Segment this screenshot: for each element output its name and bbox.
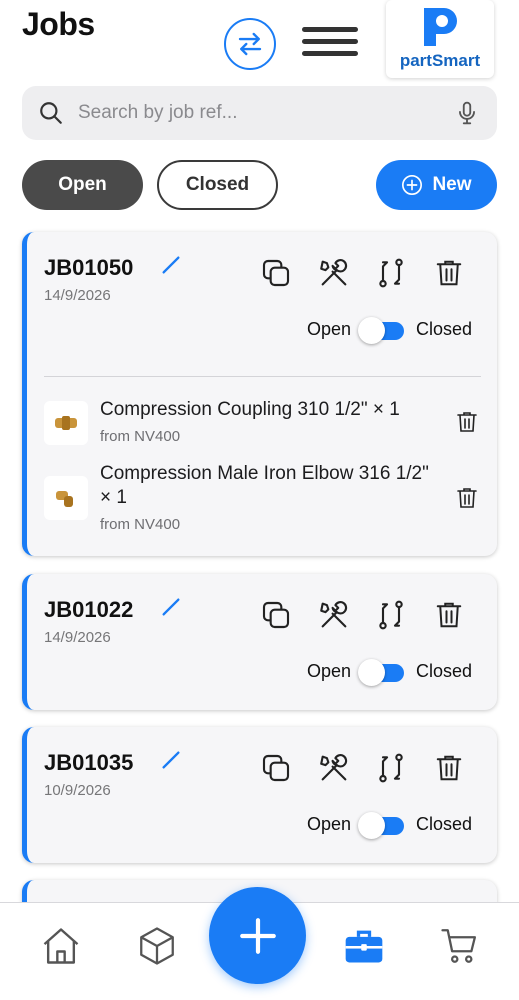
- status-switch[interactable]: [358, 317, 404, 344]
- transfer-button[interactable]: [374, 598, 408, 632]
- transfer-icon: [379, 753, 403, 783]
- swap-arrows-icon: [238, 32, 262, 56]
- copy-job-button[interactable]: [259, 751, 293, 785]
- transfer-icon: [379, 600, 403, 630]
- part-source: from NV400: [100, 516, 181, 533]
- menu-button[interactable]: [300, 22, 360, 62]
- copy-job-button[interactable]: [259, 256, 293, 290]
- toggle-open-label: Open: [307, 319, 352, 339]
- copy-icon: [262, 601, 290, 629]
- toggle-closed-label: Closed: [416, 661, 473, 681]
- copy-icon: [262, 259, 290, 287]
- job-date: 10/9/2026: [44, 782, 111, 799]
- nav-jobs[interactable]: [341, 923, 387, 969]
- delete-job-button[interactable]: [432, 256, 466, 290]
- pencil-icon[interactable]: [160, 596, 182, 618]
- add-fab-button[interactable]: [209, 887, 306, 984]
- home-icon: [43, 928, 79, 964]
- transfer-button[interactable]: [374, 256, 408, 290]
- job-card[interactable]: JB01022 14/9/2026 Open Closed: [22, 574, 497, 710]
- tools-button[interactable]: [317, 751, 351, 785]
- new-job-label: New: [432, 174, 472, 195]
- search-input[interactable]: [78, 86, 448, 140]
- job-date: 14/9/2026: [44, 287, 111, 304]
- trash-icon: [436, 755, 462, 781]
- pencil-icon[interactable]: [160, 749, 182, 771]
- part-name: Compression Coupling 310 1/2" × 1: [100, 399, 400, 420]
- trash-icon[interactable]: [455, 486, 479, 510]
- part-source: from NV400: [100, 428, 181, 445]
- transfer-button[interactable]: [374, 751, 408, 785]
- microphone-icon[interactable]: [454, 100, 480, 126]
- swap-button[interactable]: [224, 18, 276, 70]
- partsmart-logo[interactable]: partSmart: [386, 0, 494, 78]
- job-card[interactable]: JB01035 10/9/2026 Open Closed: [22, 727, 497, 863]
- nav-home[interactable]: [38, 923, 84, 969]
- part-item[interactable]: Compression Coupling 310 1/2" × 1 from N…: [44, 398, 484, 448]
- status-switch[interactable]: [358, 659, 404, 686]
- toggle-open-label: Open: [307, 814, 352, 834]
- part-item[interactable]: Compression Male Iron Elbow 316 1/2" × 1…: [44, 462, 484, 537]
- page-title: Jobs: [22, 6, 95, 42]
- search-bar: [22, 86, 497, 140]
- tools-icon: [320, 601, 348, 628]
- part-name: Compression Male Iron Elbow 316 1/2" × 1: [100, 463, 429, 508]
- app-header: Jobs partSmart: [0, 0, 519, 84]
- tools-button[interactable]: [317, 256, 351, 290]
- job-ref: JB01022: [44, 597, 134, 622]
- toggle-closed-label: Closed: [416, 814, 473, 834]
- cart-icon: [441, 929, 477, 963]
- box-icon: [140, 927, 174, 965]
- tools-button[interactable]: [317, 598, 351, 632]
- add-circle-icon: [402, 175, 423, 195]
- job-ref: JB01050: [44, 255, 134, 280]
- logo-text: partSmart: [399, 51, 481, 70]
- hamburger-menu-icon: [302, 27, 358, 56]
- tools-icon: [320, 259, 348, 286]
- part-thumbnail: [44, 476, 88, 520]
- partsmart-logo-mark: [424, 8, 457, 46]
- status-toggle-row: Open Closed: [307, 317, 497, 345]
- trash-icon: [436, 260, 462, 286]
- nav-catalog[interactable]: [134, 923, 180, 969]
- delete-job-button[interactable]: [432, 751, 466, 785]
- filter-closed-button[interactable]: Closed: [157, 160, 278, 210]
- tools-icon: [320, 754, 348, 781]
- part-thumbnail: [44, 401, 88, 445]
- copy-job-button[interactable]: [259, 598, 293, 632]
- trash-icon: [436, 602, 462, 628]
- job-card[interactable]: JB01050 14/9/2026 Open Closed Compressio…: [22, 232, 497, 556]
- pencil-icon[interactable]: [160, 254, 182, 276]
- nav-cart[interactable]: [437, 923, 483, 969]
- delete-job-button[interactable]: [432, 598, 466, 632]
- trash-icon[interactable]: [455, 410, 479, 434]
- search-icon: [40, 102, 62, 124]
- copy-icon: [262, 754, 290, 782]
- job-ref: JB01035: [44, 750, 134, 775]
- toggle-open-label: Open: [307, 661, 352, 681]
- status-switch[interactable]: [358, 812, 404, 839]
- status-toggle-row: Open Closed: [307, 659, 497, 687]
- plus-icon: [239, 917, 276, 954]
- status-toggle-row: Open Closed: [307, 812, 497, 840]
- briefcase-icon: [345, 930, 383, 963]
- toggle-closed-label: Closed: [416, 319, 473, 339]
- new-job-button[interactable]: New: [376, 160, 497, 210]
- filter-open-button[interactable]: Open: [22, 160, 143, 210]
- transfer-icon: [379, 258, 403, 288]
- job-date: 14/9/2026: [44, 629, 111, 646]
- divider: [44, 376, 481, 377]
